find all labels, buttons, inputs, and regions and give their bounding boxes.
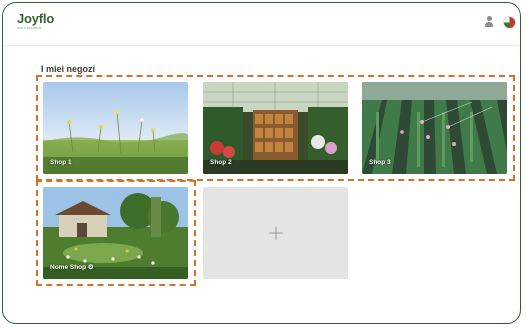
shop-card-3[interactable]: Shop 3 xyxy=(362,82,507,174)
shop-card-2-label: Shop 2 xyxy=(210,159,232,166)
shop-card-1[interactable]: Shop 1 xyxy=(43,82,188,174)
add-shop-button[interactable] xyxy=(203,187,348,279)
user-icon[interactable] xyxy=(484,16,494,28)
page-title: I miei negozi xyxy=(41,64,96,74)
shop-card-3-label: Shop 3 xyxy=(369,159,391,166)
plus-icon xyxy=(269,226,282,240)
logo-wordmark: Joyflo xyxy=(17,11,55,26)
shop-card-2[interactable]: Shop 2 xyxy=(203,82,348,174)
flag-icon[interactable] xyxy=(503,16,516,29)
app-window: Joyflo plant systems I miei negozi Shop … xyxy=(2,2,521,324)
user-icon-head xyxy=(486,16,492,21)
shop-card-4[interactable]: Nome Shop ⚙ xyxy=(43,187,188,279)
top-bar: Joyflo plant systems xyxy=(3,3,520,46)
logo-tagline: plant systems xyxy=(17,25,42,30)
logo[interactable]: Joyflo plant systems xyxy=(17,12,54,30)
shop-card-4-label: Nome Shop ⚙ xyxy=(50,264,94,271)
shop-card-1-label: Shop 1 xyxy=(50,159,72,166)
user-icon-body xyxy=(485,22,493,27)
